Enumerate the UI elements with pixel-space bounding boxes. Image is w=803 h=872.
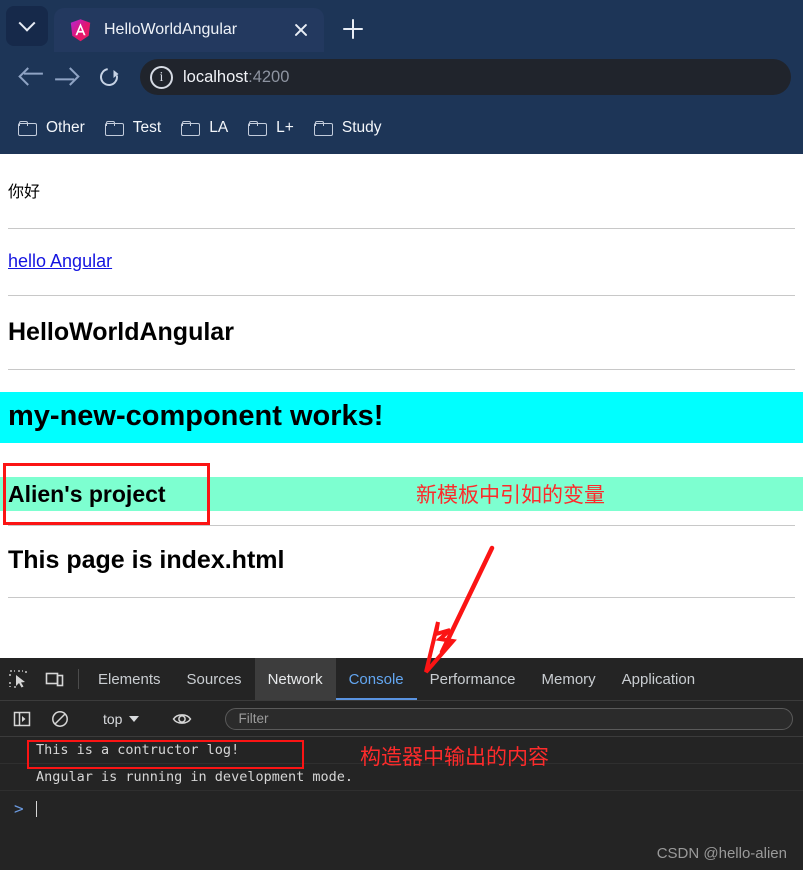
bookmark-other[interactable]: Other (10, 114, 93, 142)
tab-memory[interactable]: Memory (529, 658, 609, 700)
bookmark-study[interactable]: Study (306, 114, 390, 142)
url-host: localhost (183, 67, 249, 86)
tab-search-button[interactable] (6, 6, 48, 46)
devtools-tab-label: Elements (98, 670, 161, 688)
folder-icon (313, 120, 333, 136)
url-port: :4200 (248, 67, 290, 86)
device-toolbar-icon (45, 672, 63, 686)
divider (78, 669, 79, 689)
console-prompt[interactable]: > (0, 791, 803, 818)
red-highlight-box-log (27, 740, 304, 769)
close-icon[interactable] (288, 17, 314, 43)
console-output: This is a contructor log! Angular is run… (0, 737, 803, 870)
devtools-tab-label: Console (348, 670, 404, 688)
back-button[interactable] (12, 60, 46, 94)
address-bar[interactable]: i localhost:4200 (140, 59, 791, 95)
annotation-console: 构造器中输出的内容 (360, 745, 549, 769)
divider (8, 369, 795, 370)
text-caret (35, 800, 38, 817)
index-heading: This page is index.html (8, 546, 285, 574)
console-sidebar-icon (13, 711, 31, 726)
devtools-tab-label: Memory (541, 670, 596, 688)
tab-network[interactable]: Network (254, 658, 336, 700)
devtools-tab-bar: Elements Sources Network Console Perform… (0, 658, 803, 701)
folder-icon (248, 120, 268, 136)
forward-button[interactable] (52, 60, 86, 94)
tab-performance[interactable]: Performance (417, 658, 529, 700)
bookmark-label: Test (132, 119, 162, 136)
info-circle-icon[interactable]: i (150, 65, 173, 89)
console-filter-input[interactable]: Filter (225, 707, 793, 730)
execution-context-selector[interactable]: top (95, 711, 147, 727)
tab-application[interactable]: Application (609, 658, 708, 700)
devtools-tab-label: Performance (429, 670, 516, 688)
tab-sources[interactable]: Sources (174, 658, 255, 700)
angular-logo-icon (68, 18, 93, 43)
inspect-element-button[interactable] (0, 658, 36, 700)
bookmark-lplus[interactable]: L+ (240, 114, 302, 142)
console-sidebar-button[interactable] (4, 710, 40, 728)
devtools-tab-label: Network (267, 670, 323, 688)
devtools-panel: Elements Sources Network Console Perform… (0, 658, 803, 870)
hello-angular-link[interactable]: hello Angular (0, 229, 803, 295)
tab-console[interactable]: Console (335, 658, 417, 700)
execution-context-label: top (103, 710, 123, 727)
console-filter-placeholder: Filter (238, 711, 269, 726)
page-viewport: 你好 hello Angular HelloWorldAngular my-ne… (0, 154, 803, 658)
console-prompt-symbol: > (14, 799, 24, 818)
bookmark-test[interactable]: Test (97, 114, 169, 142)
tab-elements[interactable]: Elements (85, 658, 174, 700)
folder-icon (18, 120, 37, 136)
devtools-tab-label: Sources (186, 670, 242, 688)
watermark: CSDN @hello-alien (656, 845, 787, 862)
bookmark-label: Other (46, 119, 85, 136)
bookmark-label: LA (209, 119, 229, 136)
chevron-down-icon (129, 715, 140, 722)
reload-icon (96, 64, 122, 90)
bookmark-la[interactable]: LA (173, 114, 236, 142)
bookmarks-bar: Other Test LA L+ Study (0, 102, 803, 154)
address-bar-url: localhost:4200 (183, 68, 289, 87)
tab-strip: HelloWorldAngular (0, 0, 803, 52)
browser-window: HelloWorldAngular i localhost:4200 Other… (0, 0, 803, 872)
chevron-down-icon (18, 14, 36, 32)
greeting-text: 你好 (8, 182, 41, 201)
component-banner: my-new-component works! (0, 392, 803, 443)
navigation-bar: i localhost:4200 (0, 52, 803, 102)
inspect-element-icon (8, 669, 27, 688)
bookmark-label: Study (341, 119, 382, 136)
project-name-section: 新模板中引如的变量 Alien's project (0, 463, 803, 525)
devtools-tab-label: Application (621, 670, 696, 688)
new-tab-button[interactable] (336, 12, 370, 46)
browser-tab[interactable]: HelloWorldAngular (54, 8, 324, 52)
arrow-left-icon (18, 67, 37, 86)
live-expression-button[interactable] (164, 710, 200, 728)
clear-console-icon (52, 710, 68, 727)
arrow-right-icon (61, 67, 80, 86)
device-toolbar-button[interactable] (36, 658, 72, 700)
console-toolbar: top Filter (0, 701, 803, 737)
live-expression-icon (173, 713, 192, 724)
bookmark-label: L+ (276, 119, 294, 136)
clear-console-button[interactable] (42, 710, 78, 728)
app-title-heading: HelloWorldAngular (8, 318, 234, 346)
reload-button[interactable] (92, 60, 126, 94)
tab-title: HelloWorldAngular (104, 21, 238, 38)
divider (8, 597, 795, 598)
folder-icon (104, 120, 124, 136)
annotation-variable: 新模板中引如的变量 (416, 483, 605, 507)
red-highlight-box-project (3, 463, 210, 525)
folder-icon (181, 120, 201, 136)
